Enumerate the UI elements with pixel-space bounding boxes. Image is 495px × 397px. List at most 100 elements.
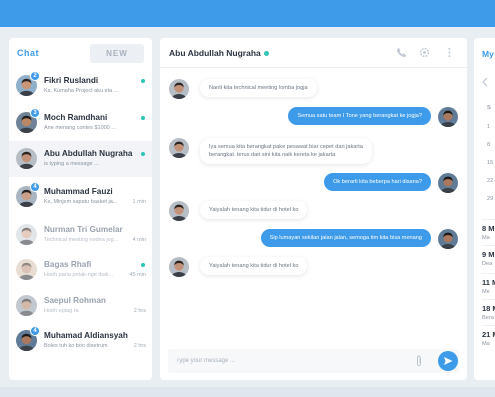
message-text: Sip lumayan sekilan jalan jalan, semoga … [269,235,422,241]
divider [482,219,495,220]
calendar-day[interactable]: 8 [487,142,490,148]
message-composer [168,349,459,373]
message-bubble: Yaiyalah tenang kita tidur di hotel ko [200,201,308,220]
phone-icon[interactable] [396,47,407,58]
calendar-day[interactable]: 22 [487,178,493,184]
divider [482,245,495,246]
contact-last-message: Boles tuh ko boo disetrum [44,343,108,349]
contact-item[interactable]: 3 Moch Ramdhani Ane menang contes $1000 ..… [9,105,152,141]
chat-list-header: Chat NEW [9,38,152,68]
contact-time: 4 min [132,237,146,243]
avatar [438,107,458,127]
more-vertical-icon[interactable] [444,47,455,58]
message-list: Nanti kita technical meeting lomba jogja… [160,69,467,339]
contact-last-message: Ks, Minjem sapatu basket ja... [44,199,118,205]
divider [482,299,495,300]
chat-list-panel: Chat NEW 2 Fikri Ruslandi Ks, Kumaha Proje… [9,38,152,380]
top-header-bar [0,0,495,27]
contact-item[interactable]: Abu Abdullah Nugraha is typing a message … [9,141,152,177]
settings-icon[interactable] [419,47,430,58]
unread-count-badge: 4 [30,326,40,336]
contact-last-message: Ane menang contes $1000 ... [44,125,116,131]
calendar-panel-title: My [482,49,494,59]
contact-item[interactable]: 4 Muhamad Aldiansyah Boles tuh ko boo dise… [9,323,152,359]
unread-count-badge: 3 [30,108,40,118]
message-bubble: Yaiyalah tenang kita tidur di hotel ko [200,257,308,276]
avatar [169,138,189,158]
divider [482,325,495,326]
contact-item[interactable]: 2 Fikri Ruslandi Ks, Kumaha Project aku et… [9,68,152,104]
conversation-title: Abu Abdullah Nugraha [169,48,261,58]
contact-item[interactable]: Nurman Tri Gumelar Technical meeting node… [9,217,152,253]
avatar [169,257,189,277]
event-date[interactable]: 9 M [482,250,495,259]
calendar-day[interactable]: 1 [487,124,490,130]
contact-time: 2 hrs [133,343,146,349]
contact-item[interactable]: 4 Muhammad Fauzi Ks, Minjem sapatu basket … [9,179,152,215]
paperclip-icon[interactable] [414,355,424,367]
event-date[interactable]: 11 M [482,278,495,287]
contact-item[interactable]: Saepul Rohman Hoeh epiag ra 2 hrs [9,288,152,324]
send-button[interactable] [438,351,458,371]
contact-last-message: Hoeh epiag ra [44,308,79,314]
avatar [16,295,37,316]
online-status-dot [264,51,269,56]
online-status-dot [141,152,145,156]
message-bubble: Ok berarti kita beberpa hari disana? [324,173,431,192]
contact-last-message: Ks, Kumaha Project aku eta ... [44,88,119,94]
contact-name: Fikri Ruslandi [44,76,99,85]
event-label: Ma [482,341,490,347]
event-date[interactable]: 8 M [482,224,495,233]
contact-name: Muhamad Aldiansyah [44,331,128,340]
contact-name: Bagas Rhafi [44,260,92,269]
conversation-panel: Abu Abdullah Nugraha Nanti kita technica… [160,38,467,380]
unread-count-badge: 4 [30,182,40,192]
send-icon [444,357,453,365]
message-input[interactable] [176,355,396,367]
contact-name: Moch Ramdhani [44,113,108,122]
message-text: Yaiyalah tenang kita tidur di hotel ko [209,207,299,213]
contact-last-message: is typing a message ... [44,161,99,167]
calendar-day[interactable]: 15 [487,160,493,166]
online-status-dot [141,116,145,120]
message-bubble: Iya semua kita berangkat pake pesawat bi… [200,138,372,165]
contact-last-message: Technical meeting nodea jog... [44,237,119,243]
contact-last-message: Hoeh paria petak-nge ibak... [44,272,114,278]
contact-item[interactable]: Bagas Rhafi Hoeh paria petak-nge ibak... 4… [9,252,152,288]
online-status-dot [141,79,145,83]
new-chat-button[interactable]: NEW [90,44,144,63]
online-status-dot [141,263,145,267]
event-label: Dea [482,261,493,267]
calendar-weekday-header: S [487,105,491,111]
event-date[interactable]: 21 M [482,330,495,339]
avatar [169,79,189,99]
unread-count-badge: 2 [30,71,40,81]
message-text: Iya semua kita berangkat pake pesawat bi… [209,144,363,150]
tab-chat[interactable]: Chat [17,48,39,58]
event-label: Ma [482,235,490,241]
message-text: Nanti kita technical meeting lomba jogja [209,85,308,91]
chevron-left-icon[interactable] [481,77,489,87]
bottom-strip [0,387,495,397]
message-text: Semua satu team I Tone yang berangkat ke… [297,113,422,119]
contact-name: Nurman Tri Gumelar [44,225,123,234]
message-text: berangkat. terus dari sini kita naik ker… [209,152,336,159]
message-bubble: Semua satu team I Tone yang berangkat ke… [288,107,431,126]
avatar [438,229,458,249]
contact-name: Abu Abdullah Nugraha [44,149,133,158]
event-date[interactable]: 18 M [482,304,495,313]
contact-name: Muhammad Fauzi [44,187,113,196]
contact-name: Saepul Rohman [44,296,106,305]
message-bubble: Nanti kita technical meeting lomba jogja [200,79,317,98]
avatar [16,259,37,280]
message-text: Ok berarti kita beberpa hari disana? [333,179,422,185]
message-bubble: Sip lumayan sekilan jalan jalan, semoga … [260,229,431,248]
conversation-header: Abu Abdullah Nugraha [160,38,467,68]
avatar [438,173,458,193]
calendar-panel: My S 1 8 15 22 29 8 M Ma 9 M Dea 11 M Me 18 M Bera 2… [474,38,495,380]
contact-time: 1 min [132,199,146,205]
avatar [169,201,189,221]
contact-time: 45 min [129,272,146,278]
divider [482,273,495,274]
calendar-day[interactable]: 29 [487,196,493,202]
